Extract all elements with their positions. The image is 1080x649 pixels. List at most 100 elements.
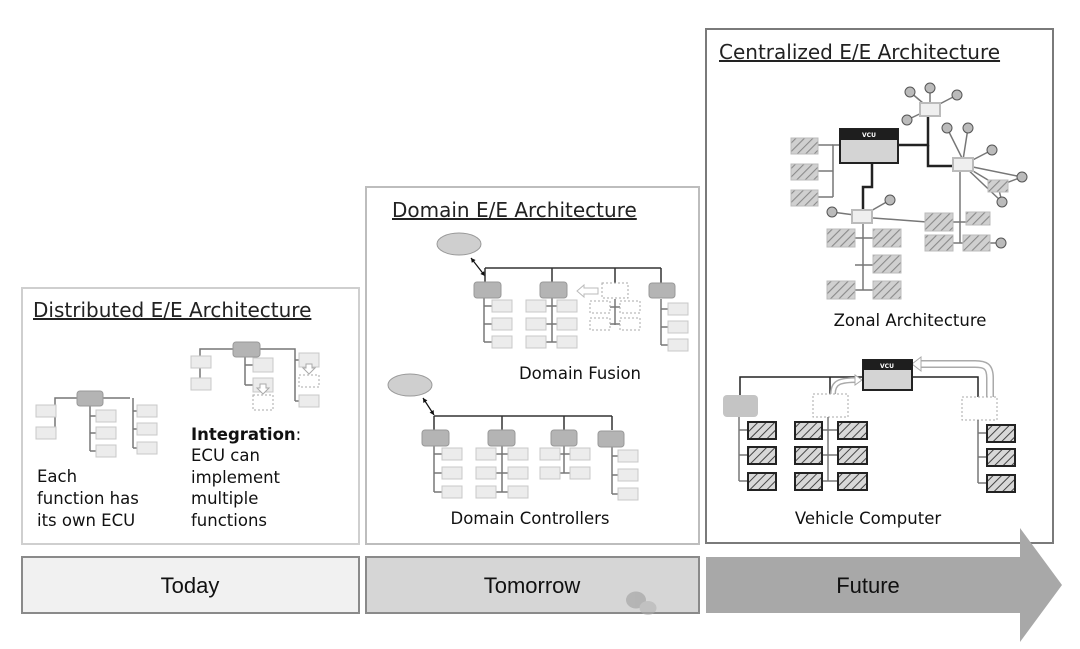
dotted-function-box [601,282,629,299]
hatched-function-box [790,163,819,181]
sensor-node [995,237,1007,249]
function-box [95,409,117,423]
integration-caption-3: multiple [191,489,258,508]
function-box [539,447,561,461]
hatched-function-box [790,137,819,155]
centralized-title: Centralized E/E Architecture [719,40,1000,64]
function-box [667,338,689,352]
function-box [507,466,529,480]
function-box [525,317,547,331]
function-box [190,355,212,369]
zone-controller [851,209,873,224]
sensor-node [996,196,1008,208]
function-box [441,447,463,461]
hatched-function-box [872,280,902,300]
cloud-icon [387,373,433,397]
ecu-box [539,281,568,299]
sensor-node [962,122,974,134]
function-box [556,335,578,349]
sensor-node [986,144,998,156]
hatched-function-box [837,421,868,440]
function-box [441,485,463,499]
distributed-title: Distributed E/E Architecture [33,298,311,322]
hatched-function-box [794,472,823,491]
dotted-function-box [589,317,611,331]
integration-label: Integration [191,425,296,444]
stage-future: Future [836,573,900,598]
hatched-function-box [794,421,823,440]
function-box [35,404,57,418]
each-function-caption-3: its own ECU [37,511,135,530]
ecu-box [723,395,758,417]
hatched-function-box [747,472,777,491]
function-box [556,299,578,313]
integration-caption-2: implement [191,468,281,487]
function-box [491,299,513,313]
stage-tomorrow: Tomorrow [484,573,581,598]
function-box [525,335,547,349]
ecu-box [597,430,625,448]
hatched-function-box [790,189,819,207]
domain-controllers-label: Domain Controllers [450,509,609,528]
each-function-caption-2: function has [37,489,139,508]
function-box [252,357,274,373]
vehicle-computer-label: Vehicle Computer [795,509,941,528]
function-box [667,302,689,316]
function-box [617,468,639,482]
hatched-function-box [986,424,1016,443]
function-box [190,377,212,391]
ecu-box [76,390,104,407]
ecu-box [421,429,450,447]
function-box [136,422,158,436]
dotted-function-box [961,396,998,421]
stage-today: Today [161,573,220,598]
hatched-function-box [872,228,902,248]
sensor-node [901,114,913,126]
ecu-box [232,341,261,358]
hatched-function-box [962,234,991,252]
function-box [475,447,497,461]
sensor-node [941,122,953,134]
sensor-node [924,82,936,94]
hatched-function-box [837,472,868,491]
integration-heading: Integration: [191,425,301,444]
integration-caption-4: functions [191,511,267,530]
dotted-function-box [589,300,611,314]
function-box [507,485,529,499]
hatched-function-box [747,446,777,465]
function-box [35,426,57,440]
function-box [441,466,463,480]
dotted-function-box [619,317,641,331]
zone-controller [952,157,974,172]
sensor-node [884,194,896,206]
each-function-caption-1: Each [37,467,77,486]
sensor-node [826,206,838,218]
function-box [525,299,547,313]
vcu-label-vehicle: VCU [880,363,894,370]
cloud-icon [436,232,482,256]
dotted-function-box [812,393,849,418]
hatched-function-box [965,211,991,226]
function-box [556,317,578,331]
function-box [491,317,513,331]
function-box [617,449,639,463]
hatched-function-box [747,421,777,440]
function-box [507,447,529,461]
function-box [491,335,513,349]
ecu-box [487,429,516,447]
sensor-node [904,86,916,98]
dotted-function-box [298,374,320,388]
function-box [569,466,591,480]
hatched-function-box [826,280,856,300]
hatched-function-box [872,254,902,274]
integration-caption-1: ECU can [191,446,260,465]
sensor-node [951,89,963,101]
domain-fusion-label: Domain Fusion [519,364,641,383]
hatched-function-box [986,474,1016,493]
dotted-function-box [619,300,641,314]
integration-colon: : [296,425,302,444]
domain-title: Domain E/E Architecture [392,198,637,222]
function-box [475,466,497,480]
function-box [539,466,561,480]
ecu-box [648,282,676,299]
